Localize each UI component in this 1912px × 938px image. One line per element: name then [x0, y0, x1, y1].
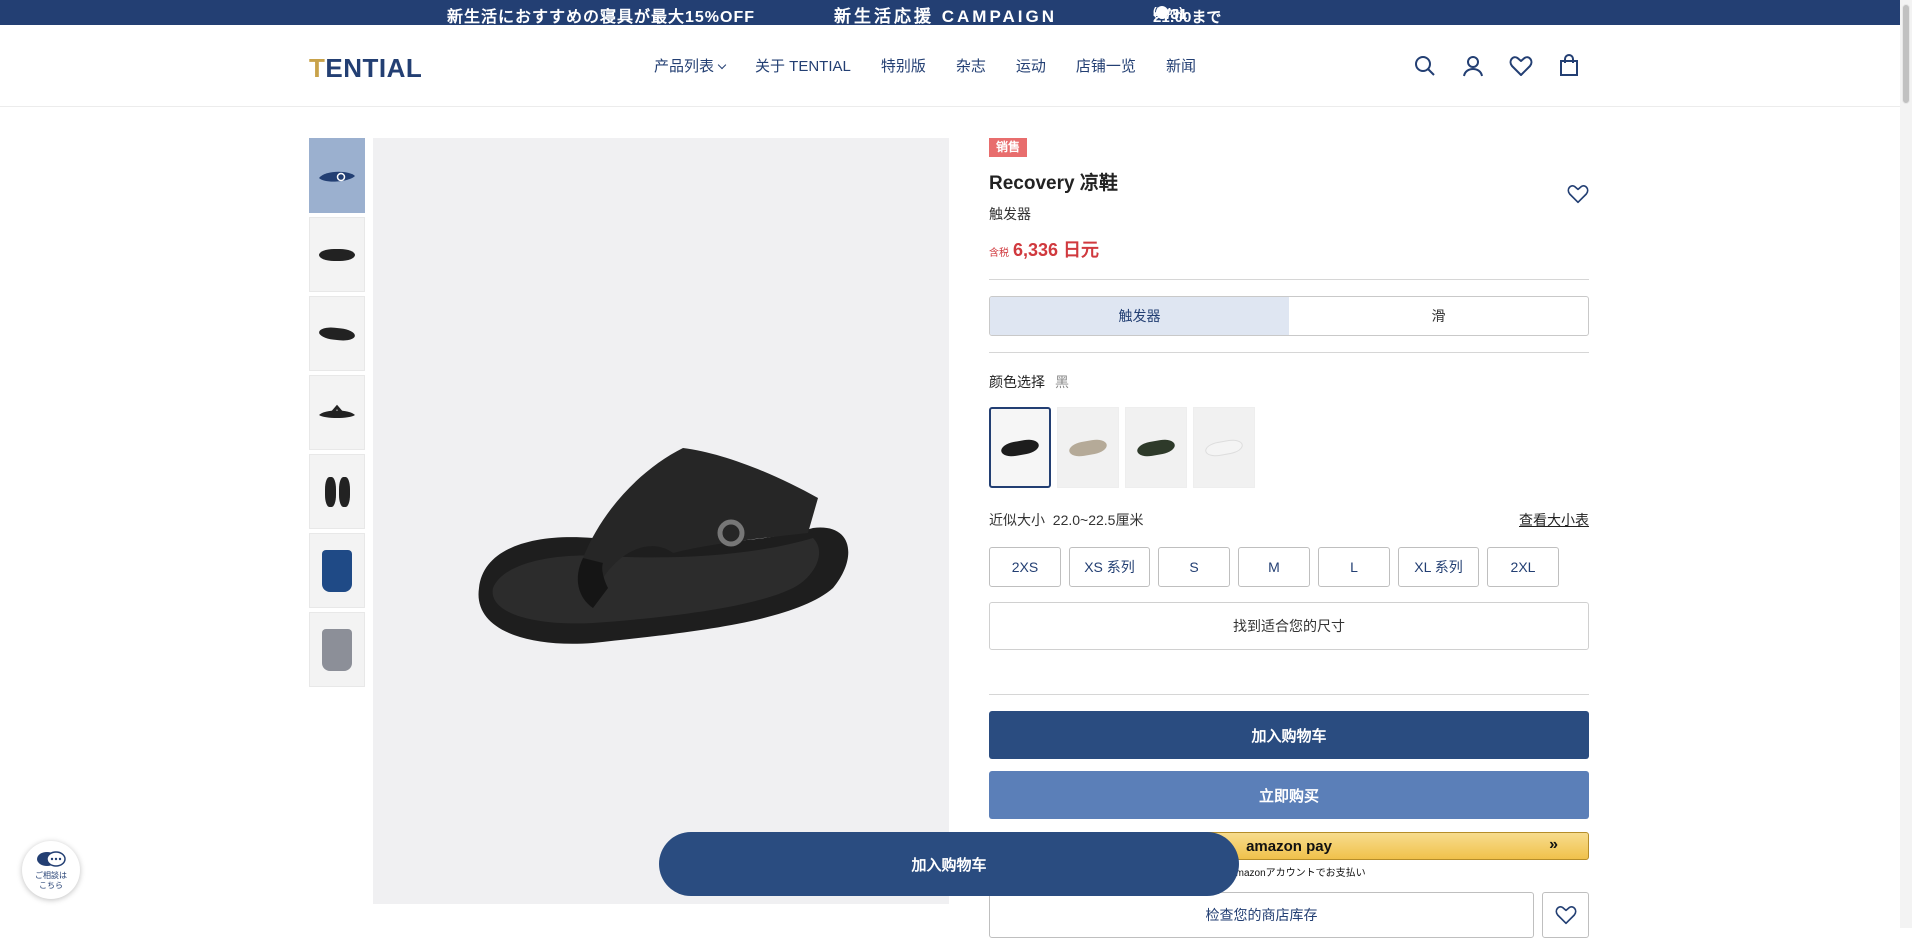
- product-title: Recovery 凉鞋: [989, 173, 1118, 194]
- favorite-heart-icon[interactable]: [1542, 892, 1589, 938]
- nav-stores[interactable]: 店铺一览: [1076, 55, 1136, 76]
- favorite-heart-icon[interactable]: [1566, 182, 1590, 206]
- style-option-slide[interactable]: 滑: [1289, 297, 1588, 335]
- color-swatches: [989, 407, 1255, 488]
- size-label: 近似大小 22.0~22.5厘米: [989, 512, 1144, 528]
- tential-logo[interactable]: TENTIAL: [309, 53, 422, 84]
- search-icon[interactable]: [1412, 53, 1438, 79]
- size-s[interactable]: S: [1158, 547, 1230, 587]
- nav-products[interactable]: 产品列表: [654, 55, 727, 76]
- chat-widget-button[interactable]: ご相談は こちら: [22, 841, 80, 899]
- banner-text-left: 新生活におすすめの寝具が最大15%OFF: [447, 9, 756, 26]
- style-option-flip[interactable]: 触发器: [990, 297, 1289, 335]
- nav-about[interactable]: 关于 TENTIAL: [755, 55, 851, 76]
- thumbnail-5[interactable]: [309, 454, 365, 529]
- thumbnail-7[interactable]: [309, 612, 365, 687]
- wishlist-heart-icon[interactable]: [1508, 53, 1534, 79]
- swatch-black[interactable]: [989, 407, 1051, 488]
- thumbnail-1[interactable]: [309, 138, 365, 213]
- add-to-cart-button[interactable]: 加入购物车: [989, 711, 1589, 759]
- thumbnail-2[interactable]: [309, 217, 365, 292]
- swatch-green[interactable]: [1125, 407, 1187, 488]
- check-store-stock-button[interactable]: 检查您的商店库存: [989, 892, 1534, 938]
- swatch-beige[interactable]: [1057, 407, 1119, 488]
- main-product-image[interactable]: [373, 138, 949, 904]
- product-price: 含税 6,336 日元: [989, 240, 1100, 260]
- divider: [989, 352, 1589, 353]
- buy-now-button[interactable]: 立即购买: [989, 771, 1589, 819]
- campaign-banner[interactable]: 新生活におすすめの寝具が最大15%OFF 新生活応援 CAMPAIGN -3/3…: [0, 0, 1912, 26]
- swatch-white[interactable]: [1193, 407, 1255, 488]
- size-chart-link[interactable]: 查看大小表: [1519, 510, 1589, 530]
- flip-flop-sandal-image: [478, 448, 849, 644]
- size-2xs[interactable]: 2XS: [989, 547, 1061, 587]
- thumbnail-4[interactable]: [309, 375, 365, 450]
- amazon-pay-note: Amazonアカウントでお支払い: [1229, 868, 1366, 879]
- thumbnail-3[interactable]: [309, 296, 365, 371]
- main-nav: 产品列表 关于 TENTIAL 特别版 杂志 运动 店铺一览 新闻: [654, 55, 1226, 76]
- size-finder-button[interactable]: 找到适合您的尺寸: [989, 602, 1589, 650]
- nav-special-edition[interactable]: 特别版: [881, 55, 926, 76]
- nav-sports[interactable]: 运动: [1016, 55, 1046, 76]
- product-variant: 触发器: [989, 206, 1031, 222]
- page-scrollbar[interactable]: [1900, 0, 1912, 928]
- size-2xl[interactable]: 2XL: [1487, 547, 1559, 587]
- scrollbar-thumb[interactable]: [1902, 4, 1910, 104]
- site-header: TENTIAL 产品列表 关于 TENTIAL 特别版 杂志 运动 店铺一览 新…: [0, 25, 1900, 107]
- product-thumbnails: [309, 138, 365, 691]
- chat-bubble-icon: [37, 851, 66, 867]
- double-chevron-right-icon: »: [1549, 836, 1558, 853]
- sale-badge: 销售: [989, 138, 1028, 157]
- size-m[interactable]: M: [1238, 547, 1310, 587]
- account-icon[interactable]: [1460, 53, 1486, 79]
- size-xs[interactable]: XS 系列: [1069, 547, 1150, 587]
- style-selector: 触发器 滑: [989, 296, 1589, 336]
- size-options: 2XS XS 系列 S M L XL 系列 2XL: [989, 547, 1559, 587]
- nav-news[interactable]: 新闻: [1166, 55, 1196, 76]
- shopping-bag-icon[interactable]: [1556, 53, 1582, 79]
- color-label: 颜色选择黑: [989, 374, 1069, 390]
- chevron-down-icon: [717, 60, 727, 70]
- nav-magazine[interactable]: 杂志: [956, 55, 986, 76]
- size-xl[interactable]: XL 系列: [1398, 547, 1479, 587]
- clock-icon: [1156, 6, 1168, 18]
- divider: [989, 694, 1589, 695]
- divider: [989, 279, 1589, 280]
- chat-widget-label: ご相談は こちら: [35, 871, 67, 890]
- size-l[interactable]: L: [1318, 547, 1390, 587]
- banner-campaign-title: 新生活応援 CAMPAIGN: [834, 7, 1058, 26]
- sticky-add-to-cart-button[interactable]: 加入购物车: [659, 832, 1239, 896]
- thumbnail-6[interactable]: [309, 533, 365, 608]
